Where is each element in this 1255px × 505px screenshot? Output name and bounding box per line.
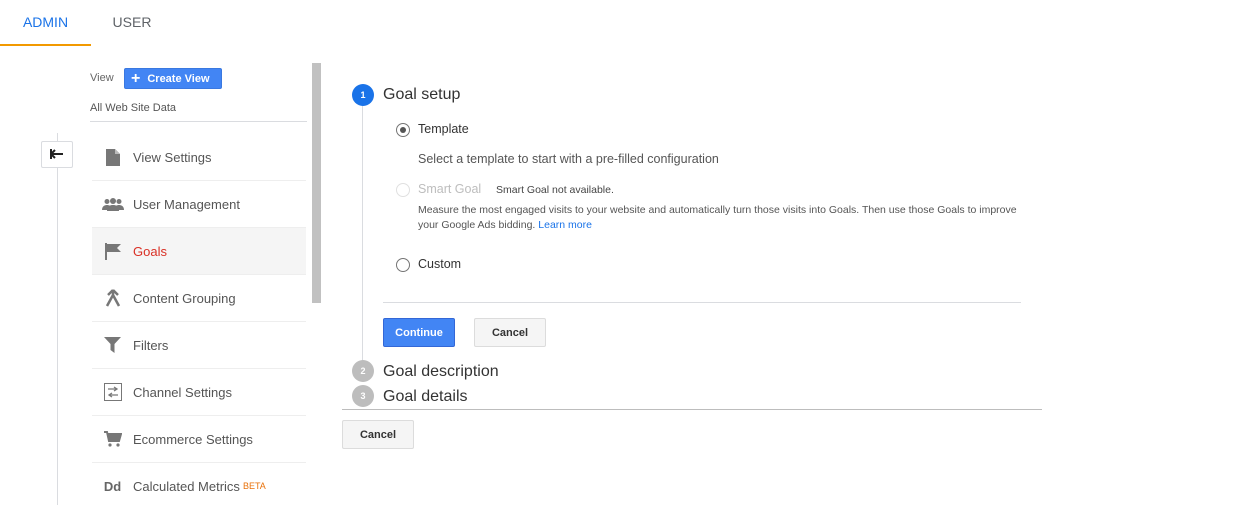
menu-item-label: Goals <box>133 243 167 259</box>
menu-item-content-grouping[interactable]: Content Grouping <box>92 275 306 322</box>
beta-badge: BETA <box>242 481 266 491</box>
cancel-button[interactable]: Cancel <box>474 318 546 347</box>
divider <box>383 302 1021 303</box>
back-arrow-icon <box>50 146 64 164</box>
learn-more-link[interactable]: Learn more <box>538 219 592 231</box>
template-label: Template <box>418 122 469 136</box>
custom-radio[interactable] <box>396 258 410 272</box>
scrollbar[interactable] <box>312 63 321 303</box>
filter-icon <box>92 337 133 353</box>
smart-goal-label: Smart Goal <box>418 182 482 196</box>
smart-goal-description: Measure the most engaged visits to your … <box>418 203 1018 233</box>
tab-admin[interactable]: ADMIN <box>0 0 91 46</box>
stepper-line <box>362 104 363 374</box>
cart-icon <box>92 431 133 447</box>
smart-goal-radio[interactable] <box>396 183 410 197</box>
continue-button[interactable]: Continue <box>383 318 455 347</box>
create-view-button[interactable]: + Create View <box>124 68 222 89</box>
plus-icon: + <box>131 69 141 87</box>
divider <box>90 121 307 122</box>
template-description: Select a template to start with a pre-fi… <box>418 152 719 166</box>
rail-divider <box>57 133 58 505</box>
menu-item-label: Channel Settings <box>133 384 233 400</box>
menu-item-label: Filters <box>133 337 169 353</box>
channel-icon <box>92 383 133 401</box>
menu-item-user-management[interactable]: User Management <box>92 181 306 228</box>
smart-goal-description-text: Measure the most engaged visits to your … <box>418 204 1017 231</box>
dd-icon: Dd <box>103 478 122 494</box>
people-icon <box>92 197 133 211</box>
view-name: All Web Site Data <box>90 102 177 114</box>
step-number-3: 3 <box>352 385 374 407</box>
menu-item-goals[interactable]: Goals <box>92 228 306 275</box>
view-menu: View Settings User Management Goals Cont… <box>92 134 306 505</box>
menu-item-label: Content Grouping <box>133 290 236 306</box>
menu-item-label: Calculated Metrics <box>133 478 240 494</box>
menu-item-channel-settings[interactable]: Channel Settings <box>92 369 306 416</box>
create-view-label: Create View <box>147 72 210 85</box>
step-number-1: 1 <box>352 84 374 106</box>
step-number-2: 2 <box>352 360 374 382</box>
step-title-goal-details[interactable]: Goal details <box>383 388 468 406</box>
view-label: View <box>90 72 114 84</box>
menu-item-filters[interactable]: Filters <box>92 322 306 369</box>
template-radio[interactable] <box>396 123 410 137</box>
footer-cancel-button[interactable]: Cancel <box>342 420 414 449</box>
menu-item-calculated-metrics[interactable]: Dd Calculated Metrics BETA <box>92 463 306 505</box>
flag-icon <box>92 242 133 260</box>
step-title-goal-setup: Goal setup <box>383 86 461 103</box>
back-button[interactable] <box>41 141 73 168</box>
divider <box>342 409 1042 410</box>
tab-user[interactable]: USER <box>91 0 173 46</box>
document-icon <box>92 148 133 166</box>
merge-icon <box>92 289 133 307</box>
menu-item-label: Ecommerce Settings <box>133 431 253 447</box>
menu-item-ecommerce-settings[interactable]: Ecommerce Settings <box>92 416 306 463</box>
menu-item-view-settings[interactable]: View Settings <box>92 134 306 181</box>
menu-item-label: View Settings <box>133 149 212 165</box>
menu-item-label: User Management <box>133 196 240 212</box>
step-title-goal-description[interactable]: Goal description <box>383 363 499 381</box>
custom-label: Custom <box>418 257 462 271</box>
smart-goal-note: Smart Goal not available. <box>496 184 614 196</box>
